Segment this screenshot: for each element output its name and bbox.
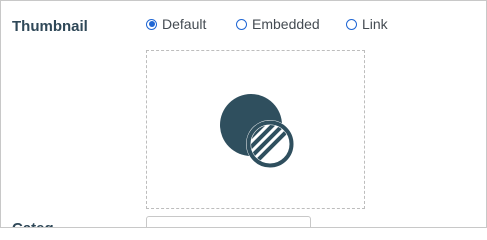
category-input[interactable] [146,216,311,227]
radio-option-embedded[interactable]: Embedded [236,16,346,32]
thumbnail-label: Thumbnail [12,18,88,35]
thumbnail-drop-zone[interactable] [146,50,365,209]
thumbnail-panel: Thumbnail Default Embedded Link [0,0,487,228]
category-label: Categ [12,220,54,227]
radio-default-label: Default [162,16,207,32]
radio-default[interactable] [146,18,157,30]
radio-link-label: Link [362,16,388,32]
image-placeholder-icon [220,94,294,168]
radio-embedded-label: Embedded [252,16,320,32]
thumbnail-source-radio-group: Default Embedded Link [146,16,388,32]
radio-option-link[interactable]: Link [346,16,388,32]
radio-option-default[interactable]: Default [146,16,236,32]
radio-link[interactable] [346,18,357,30]
radio-embedded[interactable] [236,18,247,30]
